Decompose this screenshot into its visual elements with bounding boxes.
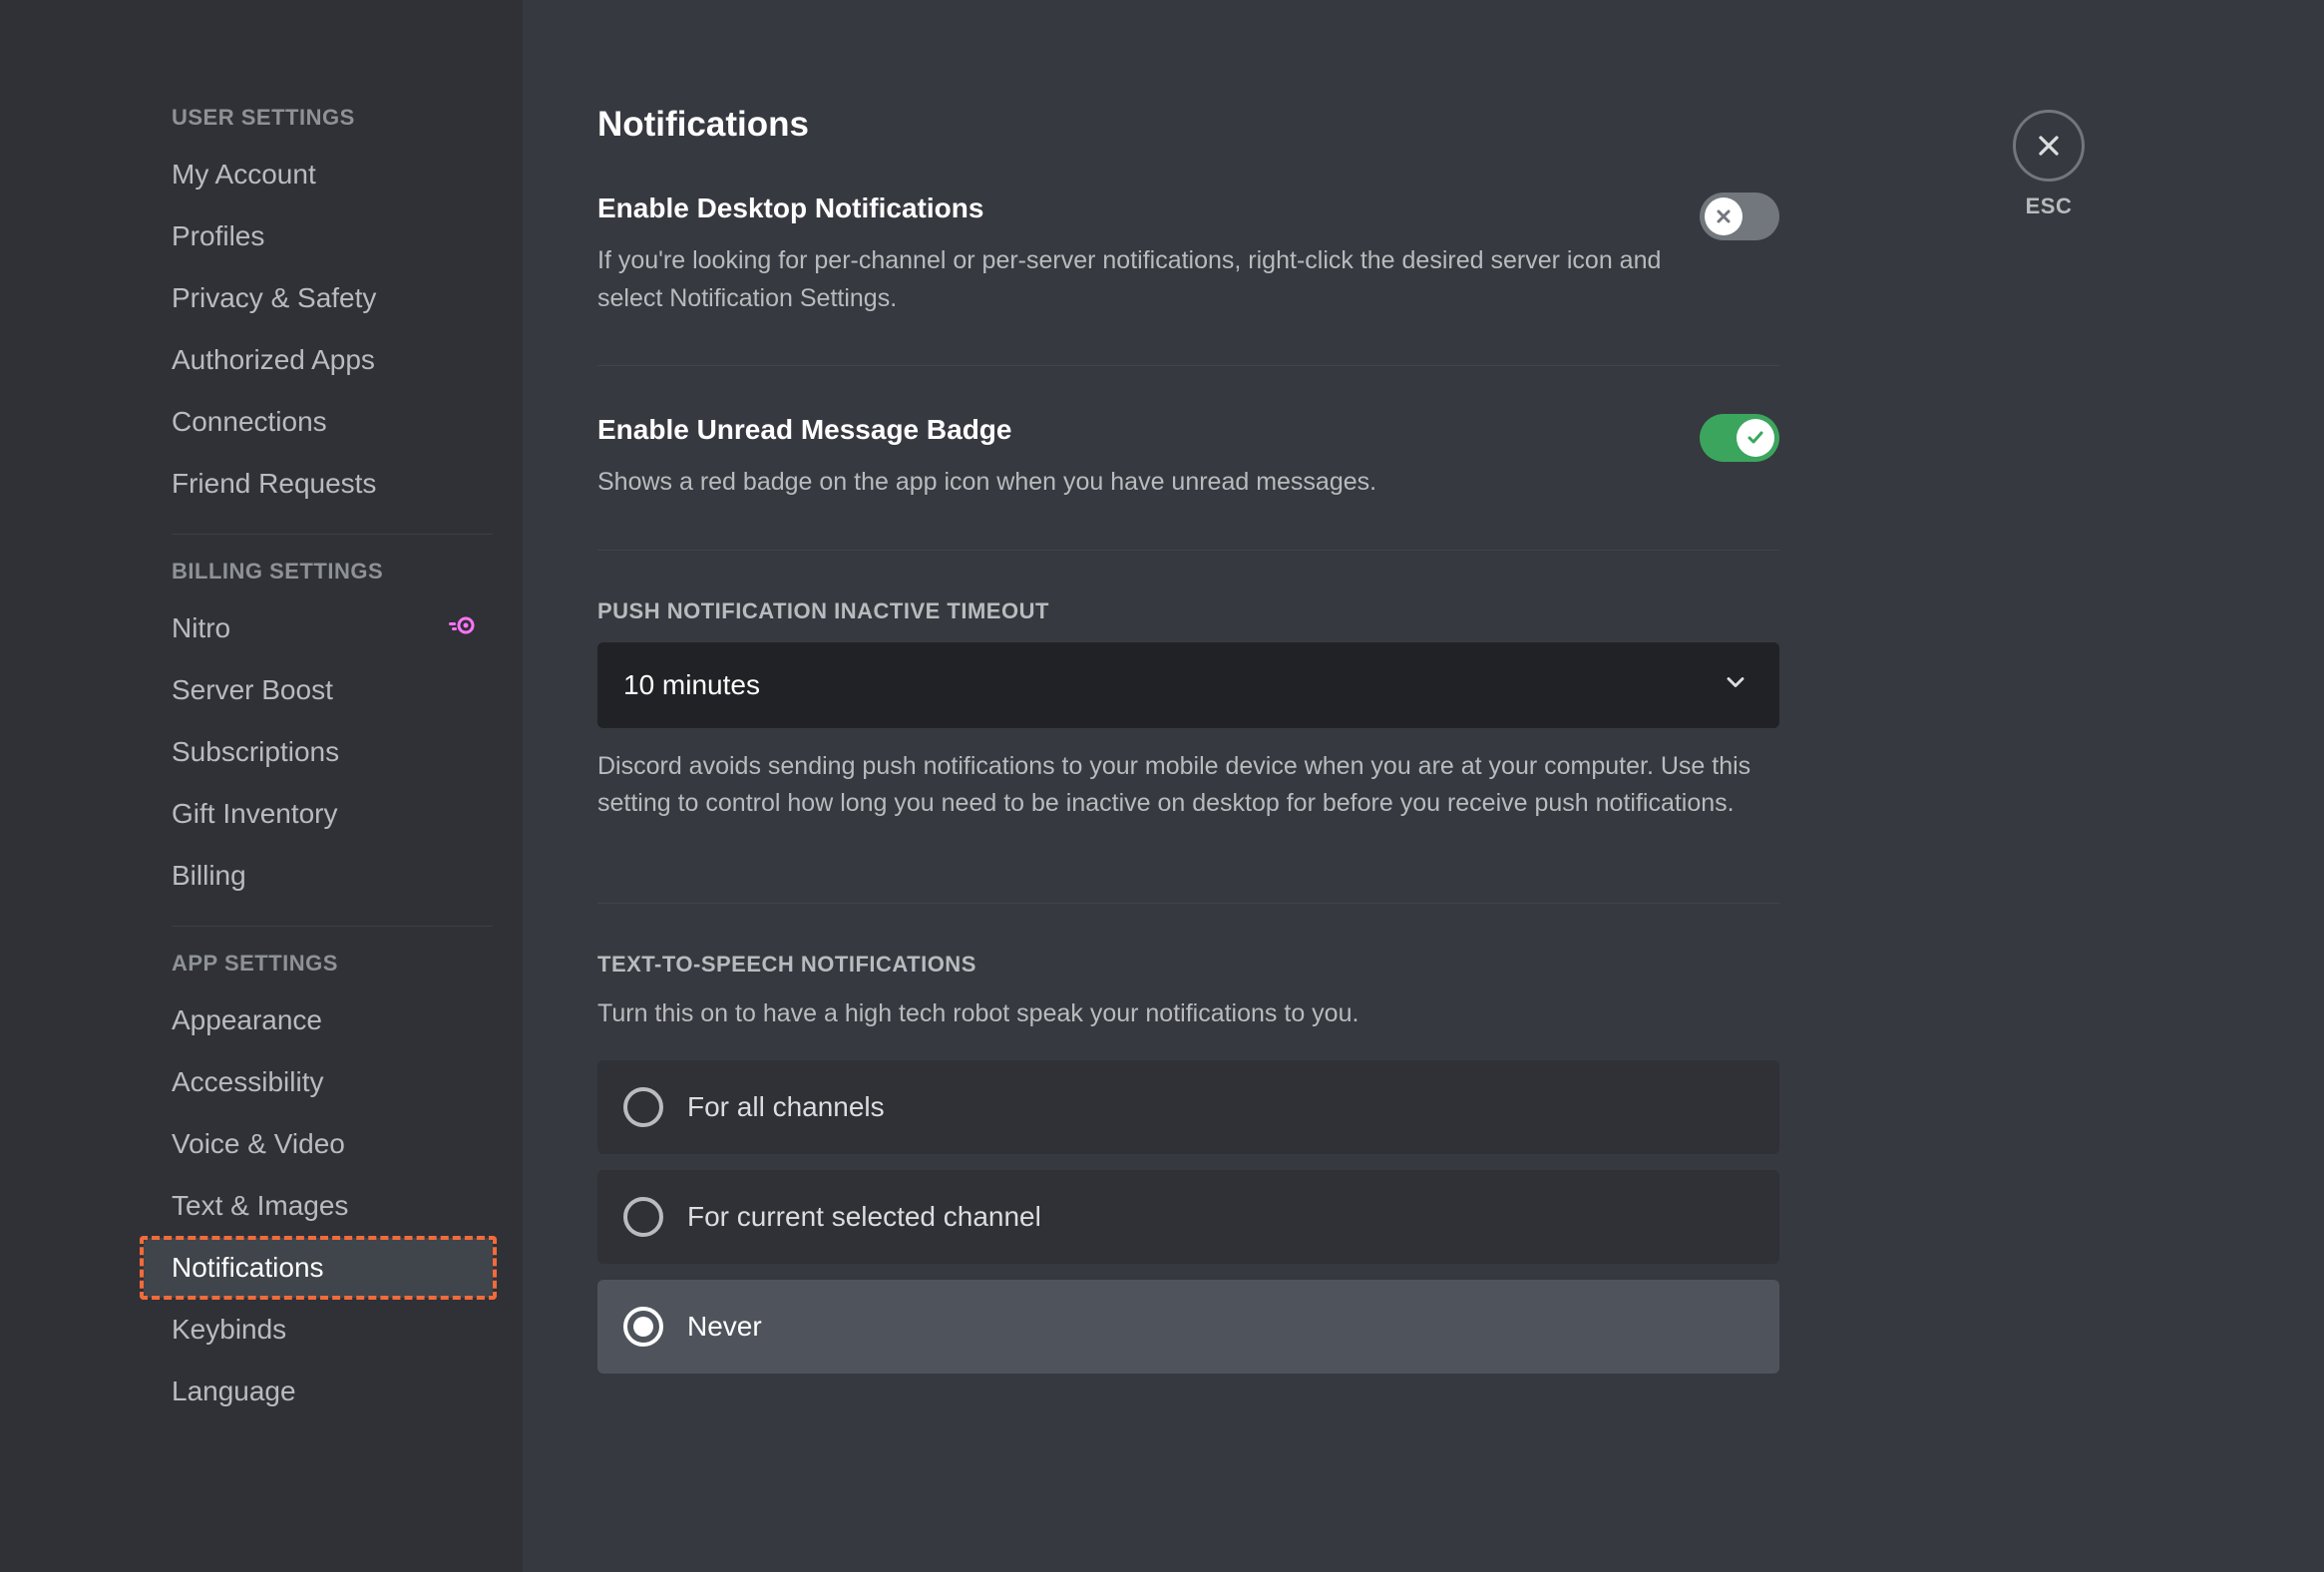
sidebar-header-user: USER SETTINGS xyxy=(144,105,493,131)
sidebar-item-profiles[interactable]: Profiles xyxy=(144,206,493,266)
radio-icon xyxy=(623,1307,663,1347)
push-timeout-value: 10 minutes xyxy=(623,669,760,701)
chevron-down-icon xyxy=(1722,668,1749,701)
page-title: Notifications xyxy=(597,105,1779,145)
toggle-off-icon xyxy=(1714,206,1734,226)
sidebar-item-language[interactable]: Language xyxy=(144,1362,493,1421)
unread-badge-desc: Shows a red badge on the app icon when y… xyxy=(597,464,1376,502)
sidebar-item-gift-inventory[interactable]: Gift Inventory xyxy=(144,784,493,844)
unread-badge-title: Enable Unread Message Badge xyxy=(597,414,1376,446)
sidebar-item-nitro[interactable]: Nitro xyxy=(144,598,493,658)
sidebar-item-notifications[interactable]: Notifications xyxy=(144,1238,493,1298)
radio-icon xyxy=(623,1087,663,1127)
tts-desc: Turn this on to have a high tech robot s… xyxy=(597,995,1779,1033)
sidebar-item-subscriptions[interactable]: Subscriptions xyxy=(144,722,493,782)
settings-content: Notifications Enable Desktop Notificatio… xyxy=(523,105,1849,1572)
unread-badge-toggle[interactable] xyxy=(1700,414,1779,462)
sidebar-item-voice-video[interactable]: Voice & Video xyxy=(144,1114,493,1174)
sidebar-divider xyxy=(172,534,493,535)
sidebar-item-billing[interactable]: Billing xyxy=(144,846,493,906)
sidebar-item-server-boost[interactable]: Server Boost xyxy=(144,660,493,720)
tts-option-label: For all channels xyxy=(687,1091,885,1123)
desktop-notif-toggle[interactable] xyxy=(1700,193,1779,240)
sidebar-item-friend-requests[interactable]: Friend Requests xyxy=(144,454,493,514)
sidebar-divider xyxy=(172,926,493,927)
divider xyxy=(597,550,1779,551)
toggle-on-icon xyxy=(1745,428,1765,448)
tts-option-label: Never xyxy=(687,1311,762,1343)
push-timeout-desc: Discord avoids sending push notification… xyxy=(597,748,1779,823)
desktop-notif-title: Enable Desktop Notifications xyxy=(597,193,1700,224)
tts-option-current[interactable]: For current selected channel xyxy=(597,1170,1779,1264)
push-timeout-select[interactable]: 10 minutes xyxy=(597,642,1779,728)
sidebar-item-keybinds[interactable]: Keybinds xyxy=(144,1300,493,1360)
close-icon xyxy=(2033,130,2065,162)
tts-option-label: For current selected channel xyxy=(687,1201,1041,1233)
divider xyxy=(597,365,1779,366)
sidebar-item-privacy[interactable]: Privacy & Safety xyxy=(144,268,493,328)
sidebar-header-billing: BILLING SETTINGS xyxy=(144,559,493,585)
tts-option-all[interactable]: For all channels xyxy=(597,1060,1779,1154)
desktop-notif-desc: If you're looking for per-channel or per… xyxy=(597,242,1700,317)
sidebar-item-my-account[interactable]: My Account xyxy=(144,145,493,204)
sidebar-item-text-images[interactable]: Text & Images xyxy=(144,1176,493,1236)
divider xyxy=(597,903,1779,904)
tts-option-never[interactable]: Never xyxy=(597,1280,1779,1374)
sidebar-item-authorized-apps[interactable]: Authorized Apps xyxy=(144,330,493,390)
close-label: ESC xyxy=(2026,194,2073,219)
tts-label: TEXT-TO-SPEECH NOTIFICATIONS xyxy=(597,952,1779,978)
nitro-icon xyxy=(447,614,475,642)
sidebar-item-accessibility[interactable]: Accessibility xyxy=(144,1052,493,1112)
close-button[interactable] xyxy=(2013,110,2085,182)
sidebar-item-connections[interactable]: Connections xyxy=(144,392,493,452)
settings-sidebar: USER SETTINGS My Account Profiles Privac… xyxy=(0,0,523,1572)
sidebar-header-app: APP SETTINGS xyxy=(144,951,493,977)
sidebar-item-appearance[interactable]: Appearance xyxy=(144,990,493,1050)
radio-icon xyxy=(623,1197,663,1237)
push-timeout-label: PUSH NOTIFICATION INACTIVE TIMEOUT xyxy=(597,598,1779,624)
